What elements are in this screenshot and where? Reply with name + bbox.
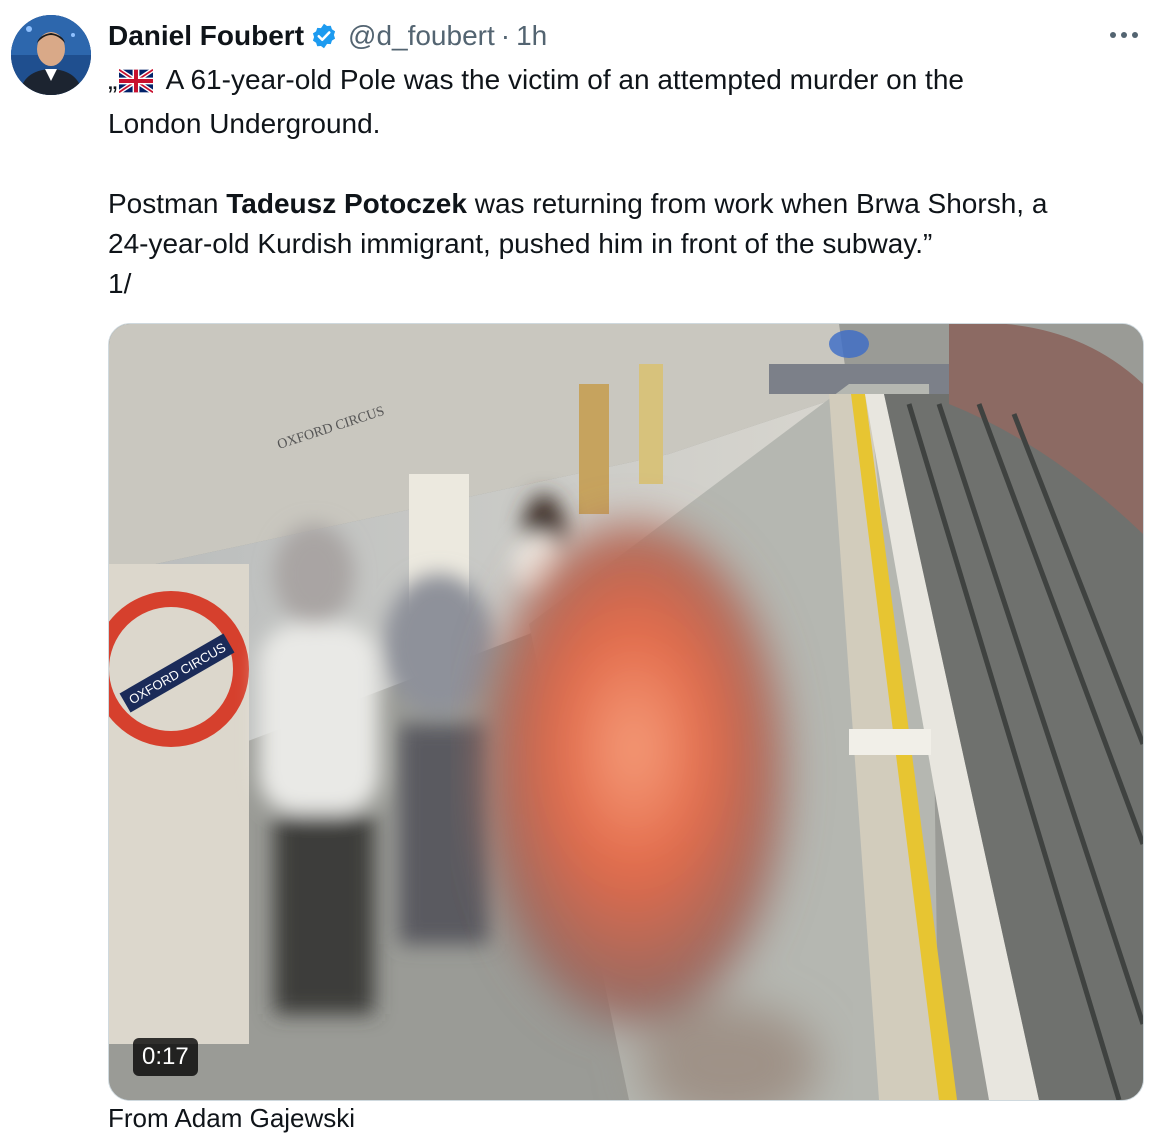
tweet-header: Daniel Foubert @d_foubert · 1h [108,16,547,56]
avatar-image [11,15,91,95]
uk-flag-icon [118,64,155,104]
tweet-line-1: A 61-year-old Pole was the victim of an … [159,64,964,95]
timestamp[interactable]: 1h [516,20,547,52]
victim-name: Tadeusz Potoczek [226,188,467,219]
thread-marker: 1/ [108,268,132,299]
author-handle[interactable]: @d_foubert [348,20,495,52]
verified-badge-icon [310,22,338,50]
next-tweet-preview: From Adam Gajewski [108,1103,356,1133]
video-frame: OXFORD CIRCUS OXFORD CIRCUS [109,324,1143,1100]
video-player[interactable]: OXFORD CIRCUS OXFORD CIRCUS 0:17 [108,323,1144,1101]
tweet-para2-rest: was returning from work when Brwa Shorsh… [466,188,1048,219]
video-duration-badge: 0:17 [133,1038,198,1076]
tweet-line-2: London Underground. [108,108,381,139]
author-avatar[interactable] [11,15,91,95]
tweet-text: „ A 61-year-old Pole was the victim of a… [108,60,1148,304]
author-name[interactable]: Daniel Foubert [108,20,304,52]
tweet-para2-line2: 24-year-old Kurdish immigrant, pushed hi… [108,228,933,259]
open-quote: „ [108,64,118,95]
more-options-icon[interactable] [1106,22,1142,48]
tweet-para2-start: Postman [108,188,227,219]
separator-dot: · [500,20,511,51]
